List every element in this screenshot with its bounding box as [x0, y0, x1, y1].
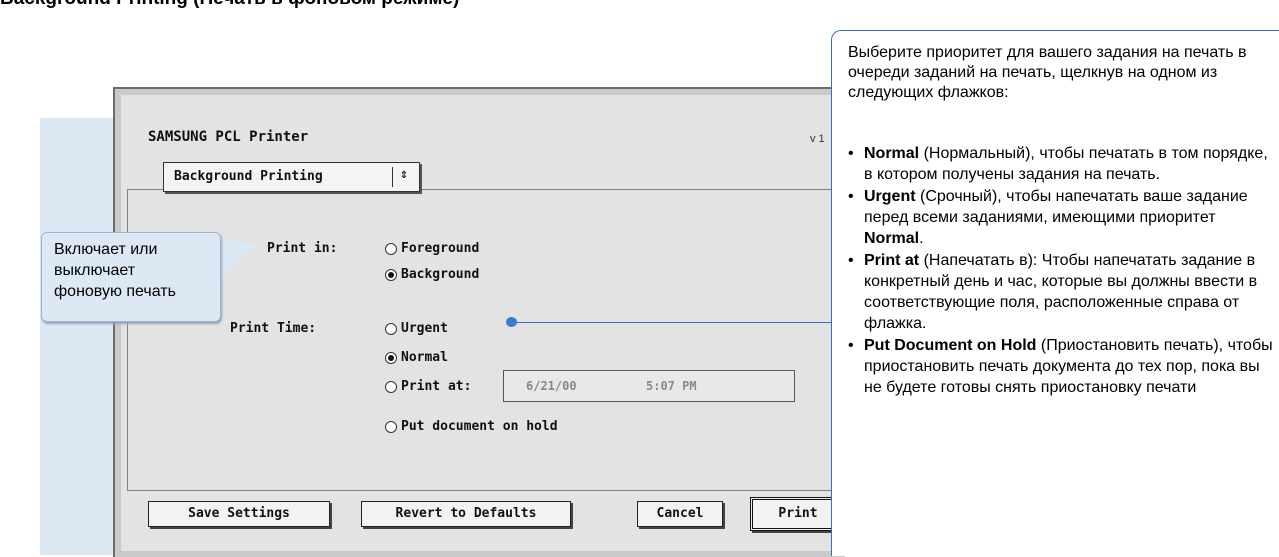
list-item-urgent: Urgent (Срочный), чтобы напечатать ваше …: [848, 186, 1276, 249]
list-item-hold: Put Document on Hold (Приостановить печа…: [848, 335, 1276, 398]
radio-hold[interactable]: Put document on hold: [385, 419, 558, 434]
printer-title: SAMSUNG PCL Printer: [148, 129, 309, 145]
panel-popup-menu[interactable]: Background Printing ⇕: [163, 162, 420, 192]
left-decor-strip: [40, 118, 120, 555]
radio-on-icon: [385, 268, 397, 281]
priority-list: Normal (Нормальный), чтобы печатать в то…: [848, 143, 1276, 399]
callout-anchor-dot: [506, 317, 517, 327]
revert-defaults-button[interactable]: Revert to Defaults: [361, 501, 571, 527]
desc-normal: (Нормальный), чтобы печатать в том поряд…: [864, 145, 1268, 183]
desc-print-at: (Напечатать в): Чтобы напечатать задание…: [864, 252, 1258, 332]
radio-print-at-label: Print at:: [401, 379, 472, 394]
popup-arrows-icon: ⇕: [400, 167, 408, 182]
save-settings-button[interactable]: Save Settings: [148, 501, 330, 527]
print-time-label: Print Time:: [230, 321, 317, 336]
left-callout-text: Включает или выключает фоновую печать: [54, 241, 176, 300]
print-at-date[interactable]: 6/21/00: [526, 379, 577, 393]
radio-background-label: Background: [401, 267, 480, 282]
list-item-normal: Normal (Нормальный), чтобы печатать в то…: [848, 143, 1276, 185]
radio-print-at[interactable]: Print at:: [385, 379, 471, 394]
radio-off-icon: [385, 420, 397, 433]
right-callout: Выберите приоритет для вашего задания на…: [831, 30, 1279, 556]
desc-urgent-tail: .: [919, 230, 924, 247]
popup-divider: [392, 167, 393, 187]
radio-off-icon: [385, 322, 397, 335]
desc-urgent: (Срочный), чтобы напечатать ваше задание…: [864, 188, 1248, 226]
list-item-print-at: Print at (Напечатать в): Чтобы напечатат…: [848, 250, 1276, 334]
dialog-panel-border: [127, 189, 848, 491]
right-callout-intro: Выберите приоритет для вашего задания на…: [848, 44, 1247, 101]
radio-urgent[interactable]: Urgent: [385, 321, 448, 336]
radio-urgent-label: Urgent: [401, 321, 448, 336]
popup-label: Background Printing: [174, 169, 323, 184]
left-callout: Включает или выключает фоновую печать: [41, 232, 221, 322]
version-label: v 1: [810, 133, 825, 145]
print-in-label: Print in:: [267, 241, 338, 256]
radio-foreground[interactable]: Foreground: [385, 241, 479, 256]
radio-background[interactable]: Background: [385, 267, 479, 282]
radio-off-icon: [385, 380, 397, 393]
callout-connector-line: [512, 322, 831, 323]
term-urgent: Urgent: [864, 188, 916, 205]
cancel-button[interactable]: Cancel: [637, 501, 723, 527]
print-at-time[interactable]: 5:07 PM: [646, 379, 697, 393]
radio-foreground-label: Foreground: [401, 241, 480, 256]
term-print-at: Print at: [864, 252, 920, 269]
radio-hold-label: Put document on hold: [401, 419, 558, 434]
term-normal: Normal: [864, 145, 920, 162]
radio-normal[interactable]: Normal: [385, 350, 448, 365]
radio-normal-label: Normal: [401, 350, 448, 365]
term-hold: Put Document on Hold: [864, 337, 1037, 354]
term-urgent-normal: Normal: [864, 230, 920, 247]
radio-off-icon: [385, 242, 397, 255]
page-heading: Background Printing (Печать в фоновом ре…: [0, 0, 700, 12]
left-callout-pointer: [218, 236, 256, 282]
radio-on-icon: [385, 351, 397, 364]
print-at-datetime-field[interactable]: 6/21/00 5:07 PM: [503, 370, 795, 402]
